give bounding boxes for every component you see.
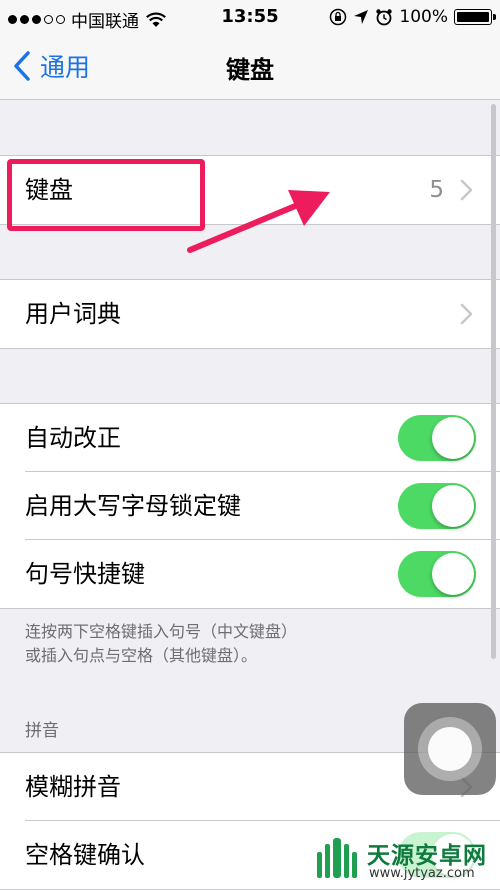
toggle-knob [432, 417, 474, 459]
chevron-right-icon [460, 179, 473, 201]
page-title: 键盘 [226, 56, 274, 84]
status-bar: 中国联通 13:55 100% [0, 0, 500, 34]
footnote-line: 连按两下空格键插入句号（中文键盘） [25, 622, 298, 641]
auto-correct-row: 自动改正 [0, 404, 500, 472]
period-shortcut-label: 句号快捷键 [25, 560, 145, 588]
battery-percent: 100% [399, 7, 448, 27]
user-dictionary-row[interactable]: 用户词典 [0, 280, 500, 348]
user-dictionary-label: 用户词典 [25, 300, 121, 328]
caps-lock-row: 启用大写字母锁定键 [0, 472, 500, 540]
location-icon [354, 10, 369, 24]
footnote-line: 或插入句点与空格（其他键盘）。 [25, 646, 258, 665]
auto-correct-label: 自动改正 [25, 424, 121, 452]
site-watermark: 天源安卓网 www.jytyaz.com [305, 830, 500, 888]
assistive-touch-center [428, 727, 472, 771]
watermark-logo-icon [317, 838, 357, 878]
status-right: 100% [329, 7, 496, 27]
assistive-touch-button[interactable] [404, 703, 496, 795]
toggle-knob [432, 553, 474, 595]
navigation-bar: 通用 键盘 [0, 34, 500, 100]
orientation-lock-icon [330, 8, 347, 26]
scroll-indicator[interactable] [491, 104, 496, 659]
pinyin-section-header: 拼音 [25, 721, 59, 741]
chevron-right-icon [460, 303, 473, 325]
keyboards-count: 5 [429, 177, 444, 203]
dictionary-group: 用户词典 [0, 279, 500, 349]
alarm-icon [376, 9, 393, 26]
battery-icon [454, 9, 496, 25]
caps-lock-toggle[interactable] [398, 483, 476, 529]
toggle-knob [432, 485, 474, 527]
auto-correct-toggle[interactable] [398, 415, 476, 461]
annotation-highlight-box [7, 159, 205, 231]
period-shortcut-footnote: 连按两下空格键插入句号（中文键盘） 或插入句点与空格（其他键盘）。 [25, 620, 297, 668]
fuzzy-pinyin-label: 模糊拼音 [25, 773, 121, 801]
period-shortcut-row: 句号快捷键 [0, 540, 500, 608]
toggles-group: 自动改正 启用大写字母锁定键 句号快捷键 [0, 403, 500, 609]
watermark-url: www.jytyaz.com [369, 866, 475, 881]
period-shortcut-toggle[interactable] [398, 551, 476, 597]
caps-lock-label: 启用大写字母锁定键 [25, 492, 241, 520]
watermark-name: 天源安卓网 [367, 843, 487, 869]
space-confirm-label: 空格键确认 [25, 841, 145, 869]
annotation-arrow-icon [187, 190, 330, 253]
